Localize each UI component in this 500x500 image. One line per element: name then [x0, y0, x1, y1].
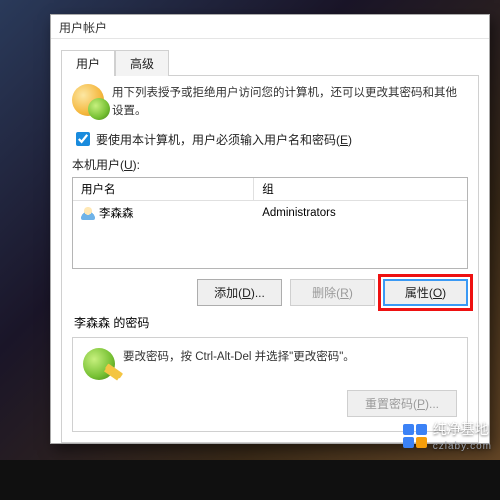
desktop-background: 用户帐户 用户 高级 用下列表授予或拒绝用户访问您的计算机，还可以更改其密码和其…: [0, 0, 500, 500]
password-desc: 要改密码，按 Ctrl-Alt-Del 并选择"更改密码"。: [123, 348, 355, 366]
users-listbox[interactable]: 用户名 组 李森森 Administrators: [72, 177, 468, 269]
require-login-label: 要使用本计算机，用户必须输入用户名和密码(E): [96, 131, 352, 148]
col-username[interactable]: 用户名: [73, 178, 254, 200]
intro-text: 用下列表授予或拒绝用户访问您的计算机，还可以更改其密码和其他设置。: [112, 84, 468, 121]
tab-strip: 用户 高级: [61, 49, 479, 76]
row-group: Administrators: [254, 203, 344, 223]
col-group[interactable]: 组: [254, 178, 467, 200]
add-button[interactable]: 添加(D)...: [197, 279, 282, 306]
tab-users[interactable]: 用户: [61, 50, 115, 76]
list-row[interactable]: 李森森 Administrators: [73, 201, 467, 225]
dialog-title: 用户帐户: [51, 15, 489, 39]
tab-pane-users: 用下列表授予或拒绝用户访问您的计算机，还可以更改其密码和其他设置。 要使用本计算…: [61, 76, 479, 443]
password-section-title: 李森森 的密码: [74, 314, 468, 331]
key-icon: [83, 348, 115, 380]
properties-button[interactable]: 属性(O): [383, 279, 468, 306]
tab-advanced[interactable]: 高级: [115, 50, 169, 76]
require-login-checkbox-row[interactable]: 要使用本计算机，用户必须输入用户名和密码(E): [76, 131, 468, 148]
user-avatar-icon: [81, 206, 95, 220]
row-username: 李森森: [99, 205, 134, 221]
reset-password-button: 重置密码(P)...: [347, 390, 457, 417]
users-icon: [72, 84, 104, 116]
user-accounts-dialog: 用户帐户 用户 高级 用下列表授予或拒绝用户访问您的计算机，还可以更改其密码和其…: [50, 14, 490, 444]
watermark-sub: czlaby.com: [433, 441, 492, 452]
watermark-name: 纯净基地: [433, 419, 492, 439]
taskbar[interactable]: [0, 460, 500, 500]
list-header: 用户名 组: [73, 178, 467, 201]
require-login-checkbox[interactable]: [76, 132, 90, 146]
watermark-logo-icon: [403, 424, 427, 448]
site-watermark: 纯净基地 czlaby.com: [403, 419, 492, 452]
password-box: 要改密码，按 Ctrl-Alt-Del 并选择"更改密码"。 重置密码(P)..…: [72, 337, 468, 432]
delete-button: 删除(R): [290, 279, 375, 306]
local-users-label: 本机用户(U):: [72, 156, 468, 173]
